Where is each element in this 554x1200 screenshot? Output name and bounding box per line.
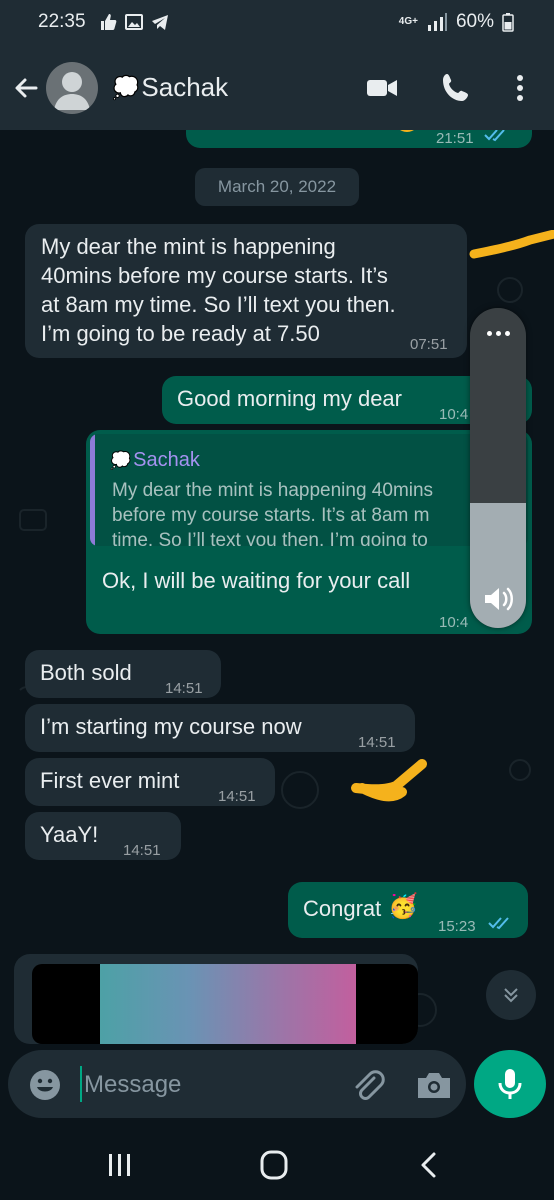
system-nav-bar xyxy=(0,1126,554,1200)
message-line: I’m going to be ready at 7.50 xyxy=(41,321,320,346)
voice-call-icon[interactable] xyxy=(438,70,474,106)
battery-charging-icon xyxy=(502,13,514,32)
voice-message-button[interactable] xyxy=(474,1050,546,1118)
emoji-icon[interactable] xyxy=(28,1068,62,1102)
quote-line: before my course starts. It’s at 8am m xyxy=(112,505,430,526)
message-time: 14:51 xyxy=(123,842,161,859)
back-icon[interactable] xyxy=(410,1150,450,1180)
message-text: Ok, I will be waiting for your call xyxy=(102,568,411,593)
message-time: 15:23 xyxy=(438,918,476,935)
contact-avatar[interactable] xyxy=(46,62,98,114)
message-time: 21:51 xyxy=(436,130,474,147)
message-input[interactable] xyxy=(84,1068,334,1102)
message-text: First ever mint xyxy=(40,768,180,793)
message-bubble-reply[interactable]: 💭 Sachak My dear the mint is happening 4… xyxy=(86,430,532,634)
image-preview xyxy=(100,964,356,1044)
quote-text: My dear the mint is happening 40mins bef… xyxy=(112,478,472,546)
battery-percent: 60% xyxy=(455,11,494,32)
message-text: My dear the mint is happening 40mins bef… xyxy=(41,232,396,348)
volume-settings-icon[interactable] xyxy=(470,308,526,358)
gallery-icon xyxy=(125,14,143,30)
microphone-icon xyxy=(498,1069,522,1099)
chat-area[interactable]: 21:51 March 20, 2022 My dear the mint is… xyxy=(0,130,554,1050)
message-time: 10:4 xyxy=(439,614,469,631)
home-icon[interactable] xyxy=(254,1150,294,1180)
quote-author-text: Sachak xyxy=(133,449,200,471)
video-call-icon[interactable] xyxy=(364,70,400,106)
more-options-icon[interactable] xyxy=(502,70,538,106)
date-separator: March 20, 2022 xyxy=(195,168,359,206)
message-time: 14:51 xyxy=(218,788,256,805)
camera-icon[interactable] xyxy=(414,1066,454,1104)
text-cursor xyxy=(80,1066,82,1102)
double-chevron-down-icon xyxy=(504,988,518,1003)
volume-panel[interactable] xyxy=(470,308,526,628)
message-bubble-incoming[interactable]: First ever mint 14:51 xyxy=(25,758,275,806)
default-avatar-icon xyxy=(54,72,90,110)
quote-line: My dear the mint is happening 40mins xyxy=(112,480,434,501)
message-box[interactable] xyxy=(8,1050,466,1118)
message-time: 10:4 xyxy=(439,406,469,423)
thumbs-up-icon xyxy=(101,14,117,30)
read-receipt-icon xyxy=(484,130,505,142)
message-bubble-incoming[interactable]: YaaY! 14:51 xyxy=(25,812,181,860)
telegram-icon xyxy=(152,15,168,30)
signal-icon xyxy=(427,13,447,31)
thought-bubble-icon: 💭 xyxy=(112,74,140,100)
partying-face-emoji: 🥳 xyxy=(388,893,418,920)
notification-icons xyxy=(98,12,170,32)
message-time: 14:51 xyxy=(358,734,396,751)
message-time: 07:51 xyxy=(410,336,448,353)
network-type: 4G+ xyxy=(398,16,418,27)
message-text: Good morning my dear xyxy=(177,386,402,411)
message-time: 14:51 xyxy=(165,680,203,697)
image-frame xyxy=(32,964,418,1044)
quote-line: time. So I’ll text you then. I’m going t… xyxy=(112,530,428,546)
contact-name-text: Sachak xyxy=(141,72,229,102)
message-line: My dear the mint is happening xyxy=(41,234,336,259)
message-line: 40mins before my course starts. It’s xyxy=(41,263,388,288)
message-bubble-previous[interactable]: 21:51 xyxy=(186,130,532,148)
speaker-icon[interactable] xyxy=(481,584,515,614)
image-message[interactable] xyxy=(14,954,418,1044)
status-bar: 22:35 4G+ 60% xyxy=(0,0,554,46)
message-bubble-incoming[interactable]: My dear the mint is happening 40mins bef… xyxy=(25,224,467,358)
composer xyxy=(0,1050,554,1126)
quoted-message[interactable]: 💭 Sachak My dear the mint is happening 4… xyxy=(90,434,528,546)
scroll-to-bottom-button[interactable] xyxy=(486,970,536,1020)
message-text: YaaY! xyxy=(40,822,99,847)
quote-bar xyxy=(90,434,95,546)
status-time: 22:35 xyxy=(38,11,86,32)
back-arrow-icon[interactable] xyxy=(10,72,42,104)
message-text: I’m starting my course now xyxy=(40,714,302,739)
message-text: Congrat xyxy=(303,896,382,921)
message-bubble-outgoing[interactable]: Congrat 🥳 15:23 xyxy=(288,882,528,938)
read-receipt-icon xyxy=(488,917,509,930)
highlight-scribble xyxy=(469,230,554,259)
thought-bubble-icon: 💭 xyxy=(110,451,132,470)
recent-apps-icon[interactable] xyxy=(100,1150,140,1180)
system-indicators: 4G+ 60% xyxy=(399,11,514,33)
quote-author: 💭 Sachak xyxy=(110,446,200,475)
message-bubble-incoming[interactable]: Both sold 14:51 xyxy=(25,650,221,698)
attach-icon[interactable] xyxy=(348,1066,386,1104)
contact-name[interactable]: 💭 Sachak xyxy=(112,72,228,103)
chat-header: 💭 Sachak xyxy=(0,46,554,130)
message-text: Both sold xyxy=(40,660,132,685)
message-bubble-incoming[interactable]: I’m starting my course now 14:51 xyxy=(25,704,415,752)
highlight-arrow-scribble xyxy=(351,759,427,802)
message-line: at 8am my time. So I’ll text you then. xyxy=(41,292,396,317)
